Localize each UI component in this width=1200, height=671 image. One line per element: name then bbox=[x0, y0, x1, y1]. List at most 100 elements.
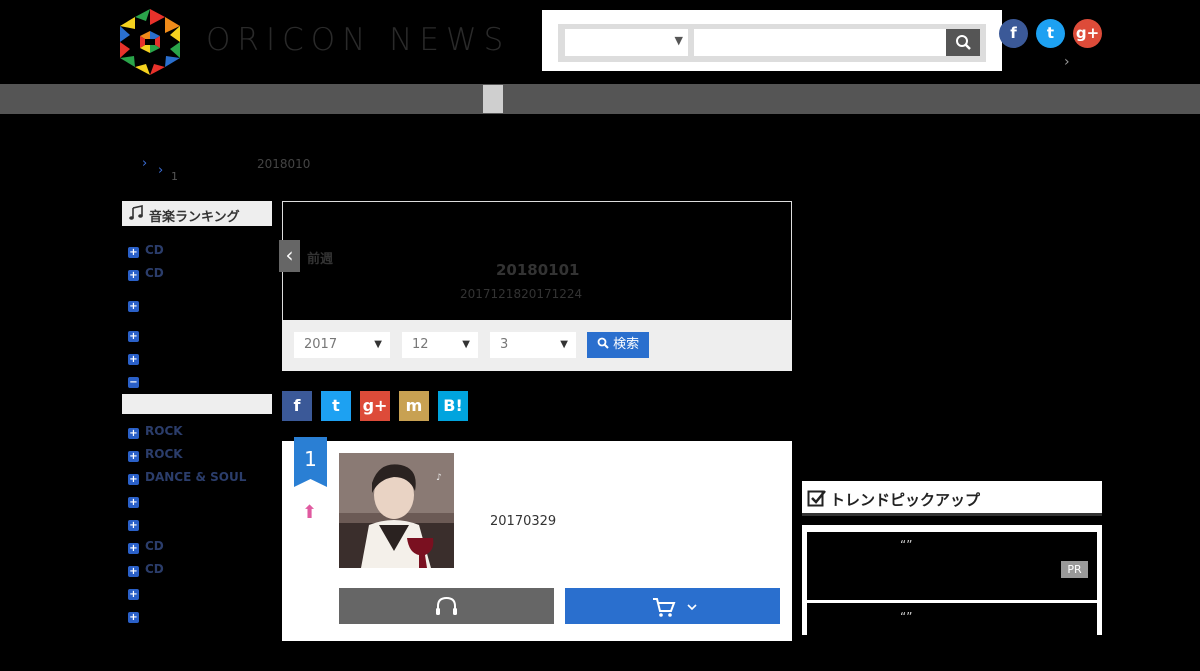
week-search-button[interactable]: 検索 bbox=[587, 332, 649, 358]
sidebar-item[interactable]: + bbox=[128, 493, 145, 508]
buy-button[interactable] bbox=[565, 588, 780, 624]
checkbox-checked-icon bbox=[807, 490, 826, 507]
week-date: 20180101 bbox=[496, 261, 580, 279]
expand-plus-icon: + bbox=[128, 566, 139, 577]
expand-plus-icon: + bbox=[128, 301, 139, 312]
sidebar-item[interactable]: + ROCK bbox=[128, 447, 183, 462]
release-date: 20170329 bbox=[490, 514, 557, 529]
sidebar-item[interactable]: + bbox=[128, 516, 145, 531]
trend-item-title: “” bbox=[900, 538, 913, 552]
sidebar-item[interactable]: + bbox=[128, 585, 145, 600]
expand-plus-icon: + bbox=[128, 247, 139, 258]
music-note-icon bbox=[129, 205, 143, 220]
year-select[interactable]: 2017 ▼ bbox=[294, 332, 390, 358]
facebook-share-button[interactable]: f bbox=[999, 19, 1028, 48]
sidebar-item[interactable]: + bbox=[128, 297, 145, 312]
googleplus-icon: g+ bbox=[1075, 24, 1100, 42]
trend-item[interactable] bbox=[807, 532, 1097, 600]
sidebar-item[interactable]: + bbox=[128, 608, 145, 623]
mixi-icon: m bbox=[405, 396, 423, 415]
breadcrumb-chevron-icon: › bbox=[158, 163, 164, 178]
expand-plus-icon: + bbox=[128, 451, 139, 462]
share-twitter-button[interactable]: t bbox=[321, 391, 351, 421]
chevron-right-icon[interactable]: › bbox=[1064, 54, 1070, 70]
sidebar-item-label: DANCE & SOUL bbox=[145, 470, 247, 484]
week-select-value: 3 bbox=[500, 337, 509, 352]
listen-button[interactable] bbox=[339, 588, 554, 624]
twitter-share-button[interactable]: t bbox=[1036, 19, 1065, 48]
googleplus-icon: g+ bbox=[362, 396, 388, 415]
sidebar-item-label: CD bbox=[145, 266, 164, 280]
prev-week-link[interactable]: 前週 bbox=[307, 248, 333, 267]
hatena-bookmark-icon: B! bbox=[443, 396, 463, 415]
breadcrumb-item[interactable]: 1 bbox=[171, 170, 178, 183]
caret-down-icon: ▼ bbox=[462, 339, 470, 350]
caret-down-icon: ▼ bbox=[674, 34, 683, 47]
site-logo-text[interactable]: ORICON NEWS bbox=[206, 22, 510, 58]
caret-down-icon: ▼ bbox=[374, 339, 382, 350]
sidebar-heading: 音楽ランキング bbox=[149, 210, 240, 225]
week-range: 2017121820171224 bbox=[460, 287, 583, 301]
month-select[interactable]: 12 ▼ bbox=[402, 332, 478, 358]
expand-plus-icon: + bbox=[128, 543, 139, 554]
expand-plus-icon: + bbox=[128, 354, 139, 365]
month-select-value: 12 bbox=[412, 337, 429, 352]
sidebar-subitem-active[interactable] bbox=[122, 394, 272, 414]
expand-plus-icon: + bbox=[128, 520, 139, 531]
week-select[interactable]: 3 ▼ bbox=[490, 332, 576, 358]
oricon-logo-icon[interactable] bbox=[120, 9, 180, 75]
search-icon bbox=[597, 337, 609, 349]
pr-badge: PR bbox=[1061, 561, 1088, 578]
expand-plus-icon: + bbox=[128, 497, 139, 508]
svg-text:♪: ♪ bbox=[434, 473, 444, 483]
week-search-label: 検索 bbox=[613, 337, 640, 352]
cart-icon bbox=[653, 598, 697, 617]
nav-item-active[interactable] bbox=[483, 85, 503, 113]
share-googleplus-button[interactable]: g+ bbox=[360, 391, 390, 421]
sidebar-item[interactable]: + bbox=[128, 327, 145, 342]
expand-plus-icon: + bbox=[128, 270, 139, 281]
facebook-icon: f bbox=[1010, 24, 1017, 42]
sidebar-item-expanded[interactable]: − bbox=[128, 373, 145, 388]
chevron-left-icon[interactable]: ‹ bbox=[279, 240, 300, 272]
share-mixi-button[interactable]: m bbox=[399, 391, 429, 421]
search-category-select[interactable]: ▼ bbox=[565, 29, 688, 56]
sidebar-item-label: ROCK bbox=[145, 424, 183, 438]
trend-divider bbox=[802, 513, 1102, 516]
sidebar-item-label: ROCK bbox=[145, 447, 183, 461]
expand-plus-icon: + bbox=[128, 589, 139, 600]
expand-plus-icon: + bbox=[128, 474, 139, 485]
breadcrumb-chevron-icon: › bbox=[142, 156, 148, 171]
twitter-icon: t bbox=[1046, 24, 1055, 42]
sidebar-item[interactable]: + CD bbox=[128, 539, 164, 554]
search-button[interactable] bbox=[946, 29, 980, 56]
headphones-icon bbox=[436, 596, 457, 615]
rank-up-arrow-icon: ⬆ bbox=[302, 502, 318, 523]
sidebar-item[interactable]: + CD bbox=[128, 243, 164, 258]
search-icon bbox=[956, 35, 971, 50]
sidebar-item[interactable]: + ROCK bbox=[128, 424, 183, 439]
sidebar-item[interactable]: + bbox=[128, 350, 145, 365]
sidebar-item-label: CD bbox=[145, 562, 164, 576]
trend-item[interactable] bbox=[807, 603, 1097, 671]
sidebar-item[interactable]: + CD bbox=[128, 562, 164, 577]
main-nav-bar bbox=[0, 84, 1200, 114]
trend-heading: トレンドピックアップ bbox=[830, 491, 981, 509]
expand-plus-icon: + bbox=[128, 612, 139, 623]
sidebar-item[interactable]: + DANCE & SOUL bbox=[128, 470, 247, 485]
twitter-icon: t bbox=[332, 396, 340, 415]
sidebar-item-label: CD bbox=[145, 539, 164, 553]
share-facebook-button[interactable]: f bbox=[282, 391, 312, 421]
album-jacket-image[interactable]: ♪ bbox=[339, 453, 454, 568]
sidebar-item[interactable]: + CD bbox=[128, 266, 164, 281]
year-select-value: 2017 bbox=[304, 337, 338, 352]
share-hatena-button[interactable]: B! bbox=[438, 391, 468, 421]
caret-down-icon: ▼ bbox=[560, 339, 568, 350]
googleplus-share-button[interactable]: g+ bbox=[1073, 19, 1102, 48]
search-input[interactable] bbox=[694, 29, 946, 56]
rank-number: 1 bbox=[304, 447, 317, 471]
expand-plus-icon: + bbox=[128, 331, 139, 342]
expand-plus-icon: + bbox=[128, 428, 139, 439]
facebook-icon: f bbox=[293, 396, 301, 415]
collapse-minus-icon: − bbox=[128, 377, 139, 388]
